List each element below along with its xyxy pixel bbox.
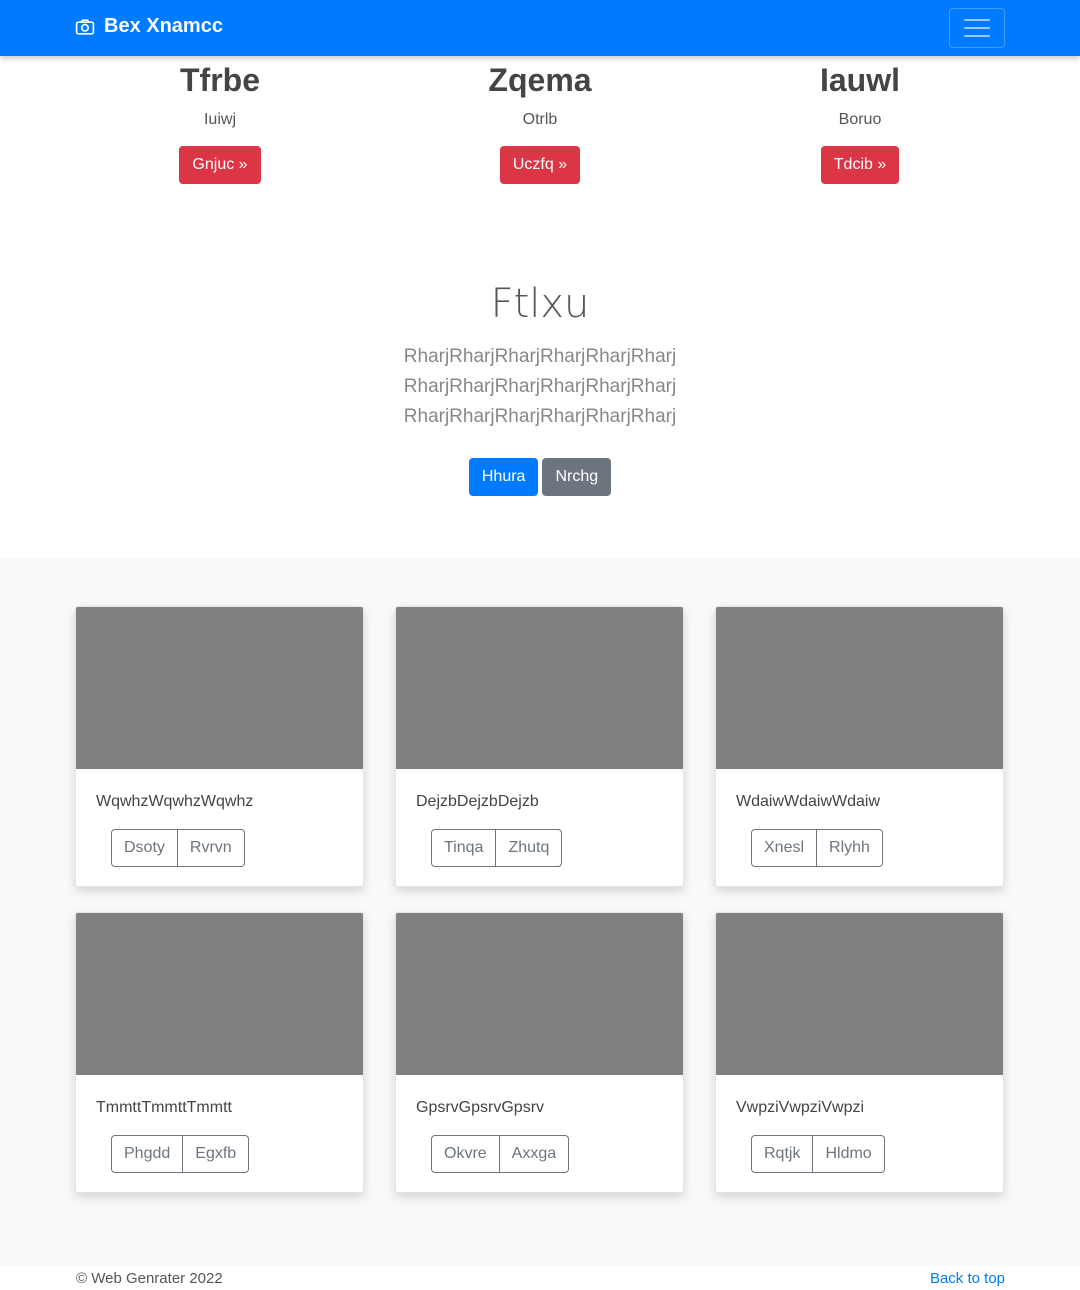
- card-button[interactable]: Dsoty: [111, 829, 178, 867]
- card-button[interactable]: Egxfb: [183, 1135, 250, 1173]
- hero-secondary-button[interactable]: Nrchg: [542, 458, 612, 496]
- album-card: VwpziVwpziVwpzi Rqtjk Hldmo: [715, 912, 1004, 1193]
- card-button[interactable]: Axxga: [499, 1135, 570, 1173]
- hamburger-icon: [964, 19, 990, 21]
- card-button[interactable]: Rqtjk: [751, 1135, 814, 1173]
- card-thumbnail: [76, 913, 363, 1075]
- card-text: DejzbDejzbDejzb: [416, 793, 539, 810]
- card-button-group: Phgdd Egxfb: [111, 1135, 250, 1173]
- hero-lead: RharjRharjRharjRharjRharjRharj RharjRhar…: [403, 346, 677, 427]
- card-button-group: Xnesl Rlyhh: [751, 829, 883, 867]
- album-card: TmmttTmmttTmmtt Phgdd Egxfb: [75, 912, 364, 1193]
- feature-title: Tfrbe: [180, 62, 260, 98]
- album-card: DejzbDejzbDejzb Tinqa Zhutq: [395, 606, 684, 887]
- card-button-group: Okvre Axxga: [431, 1135, 570, 1173]
- card-button[interactable]: Rvrvn: [177, 829, 245, 867]
- back-to-top-link[interactable]: Back to top: [930, 1270, 1005, 1287]
- card-button[interactable]: Tinqa: [431, 829, 497, 867]
- feature-column: Iauwl Boruo Tdcib »: [700, 56, 1020, 184]
- feature-column: Tfrbe Iuiwj Gnjuc »: [60, 56, 380, 184]
- card-text: GpsrvGpsrvGpsrv: [416, 1099, 545, 1116]
- card-button[interactable]: Zhutq: [496, 829, 563, 867]
- feature-text: Otrlb: [522, 111, 558, 128]
- card-button-group: Rqtjk Hldmo: [751, 1135, 885, 1173]
- album-section: WqwhzWqwhzWqwhz Dsoty Rvrvn DejzbDejzbDe…: [0, 558, 1080, 1265]
- card-text: WqwhzWqwhzWqwhz: [96, 793, 254, 810]
- footer: © Web Genrater 2022 Back to top: [0, 1265, 1080, 1290]
- feature-button[interactable]: Uczfq »: [499, 146, 581, 184]
- card-text: VwpziVwpziVwpzi: [736, 1099, 865, 1116]
- hamburger-icon-line: [964, 35, 990, 37]
- feature-button[interactable]: Gnjuc »: [179, 146, 261, 184]
- hamburger-icon-line: [964, 27, 990, 29]
- navbar: Bex Xnamcc: [0, 0, 1080, 56]
- card-button-group: Dsoty Rvrvn: [111, 829, 245, 867]
- hero-title: Ftlxu: [490, 281, 590, 327]
- feature-column: Zqema Otrlb Uczfq »: [380, 56, 700, 184]
- footer-copyright: © Web Genrater 2022: [76, 1270, 223, 1287]
- card-thumbnail: [76, 607, 363, 769]
- card-button[interactable]: Xnesl: [751, 829, 818, 867]
- jumbotron: Ftlxu RharjRharjRharjRharjRharjRharj Rha…: [0, 260, 1080, 496]
- album-card: WdaiwWdaiwWdaiw Xnesl Rlyhh: [715, 606, 1004, 887]
- album-card: GpsrvGpsrvGpsrv Okvre Axxga: [395, 912, 684, 1193]
- card-thumbnail: [396, 607, 683, 769]
- card-text: TmmttTmmttTmmtt: [96, 1099, 232, 1116]
- brand-name: Bex Xnamcc: [104, 15, 223, 37]
- navbar-toggler-button[interactable]: [949, 8, 1005, 48]
- album-card: WqwhzWqwhzWqwhz Dsoty Rvrvn: [75, 606, 364, 887]
- feature-text: Iuiwj: [203, 111, 236, 128]
- hero-buttons: Hhura Nrchg: [0, 458, 1080, 496]
- card-button[interactable]: Phgdd: [111, 1135, 184, 1173]
- feature-button[interactable]: Tdcib »: [820, 146, 900, 184]
- card-button[interactable]: Okvre: [431, 1135, 500, 1173]
- camera-icon: [75, 18, 95, 35]
- card-button[interactable]: Hldmo: [813, 1135, 885, 1173]
- feature-text: Boruo: [838, 111, 882, 128]
- card-thumbnail: [396, 913, 683, 1075]
- card-button-group: Tinqa Zhutq: [431, 829, 563, 867]
- card-thumbnail: [716, 607, 1003, 769]
- feature-title: Zqema: [488, 62, 592, 98]
- card-thumbnail: [716, 913, 1003, 1075]
- features-row: Tfrbe Iuiwj Gnjuc » Zqema Otrlb Uczfq » …: [60, 56, 1020, 196]
- hero-primary-button[interactable]: Hhura: [468, 458, 539, 496]
- feature-title: Iauwl: [819, 62, 900, 98]
- card-text: WdaiwWdaiwWdaiw: [736, 793, 881, 810]
- brand-link[interactable]: Bex Xnamcc: [75, 15, 223, 38]
- card-button[interactable]: Rlyhh: [817, 829, 883, 867]
